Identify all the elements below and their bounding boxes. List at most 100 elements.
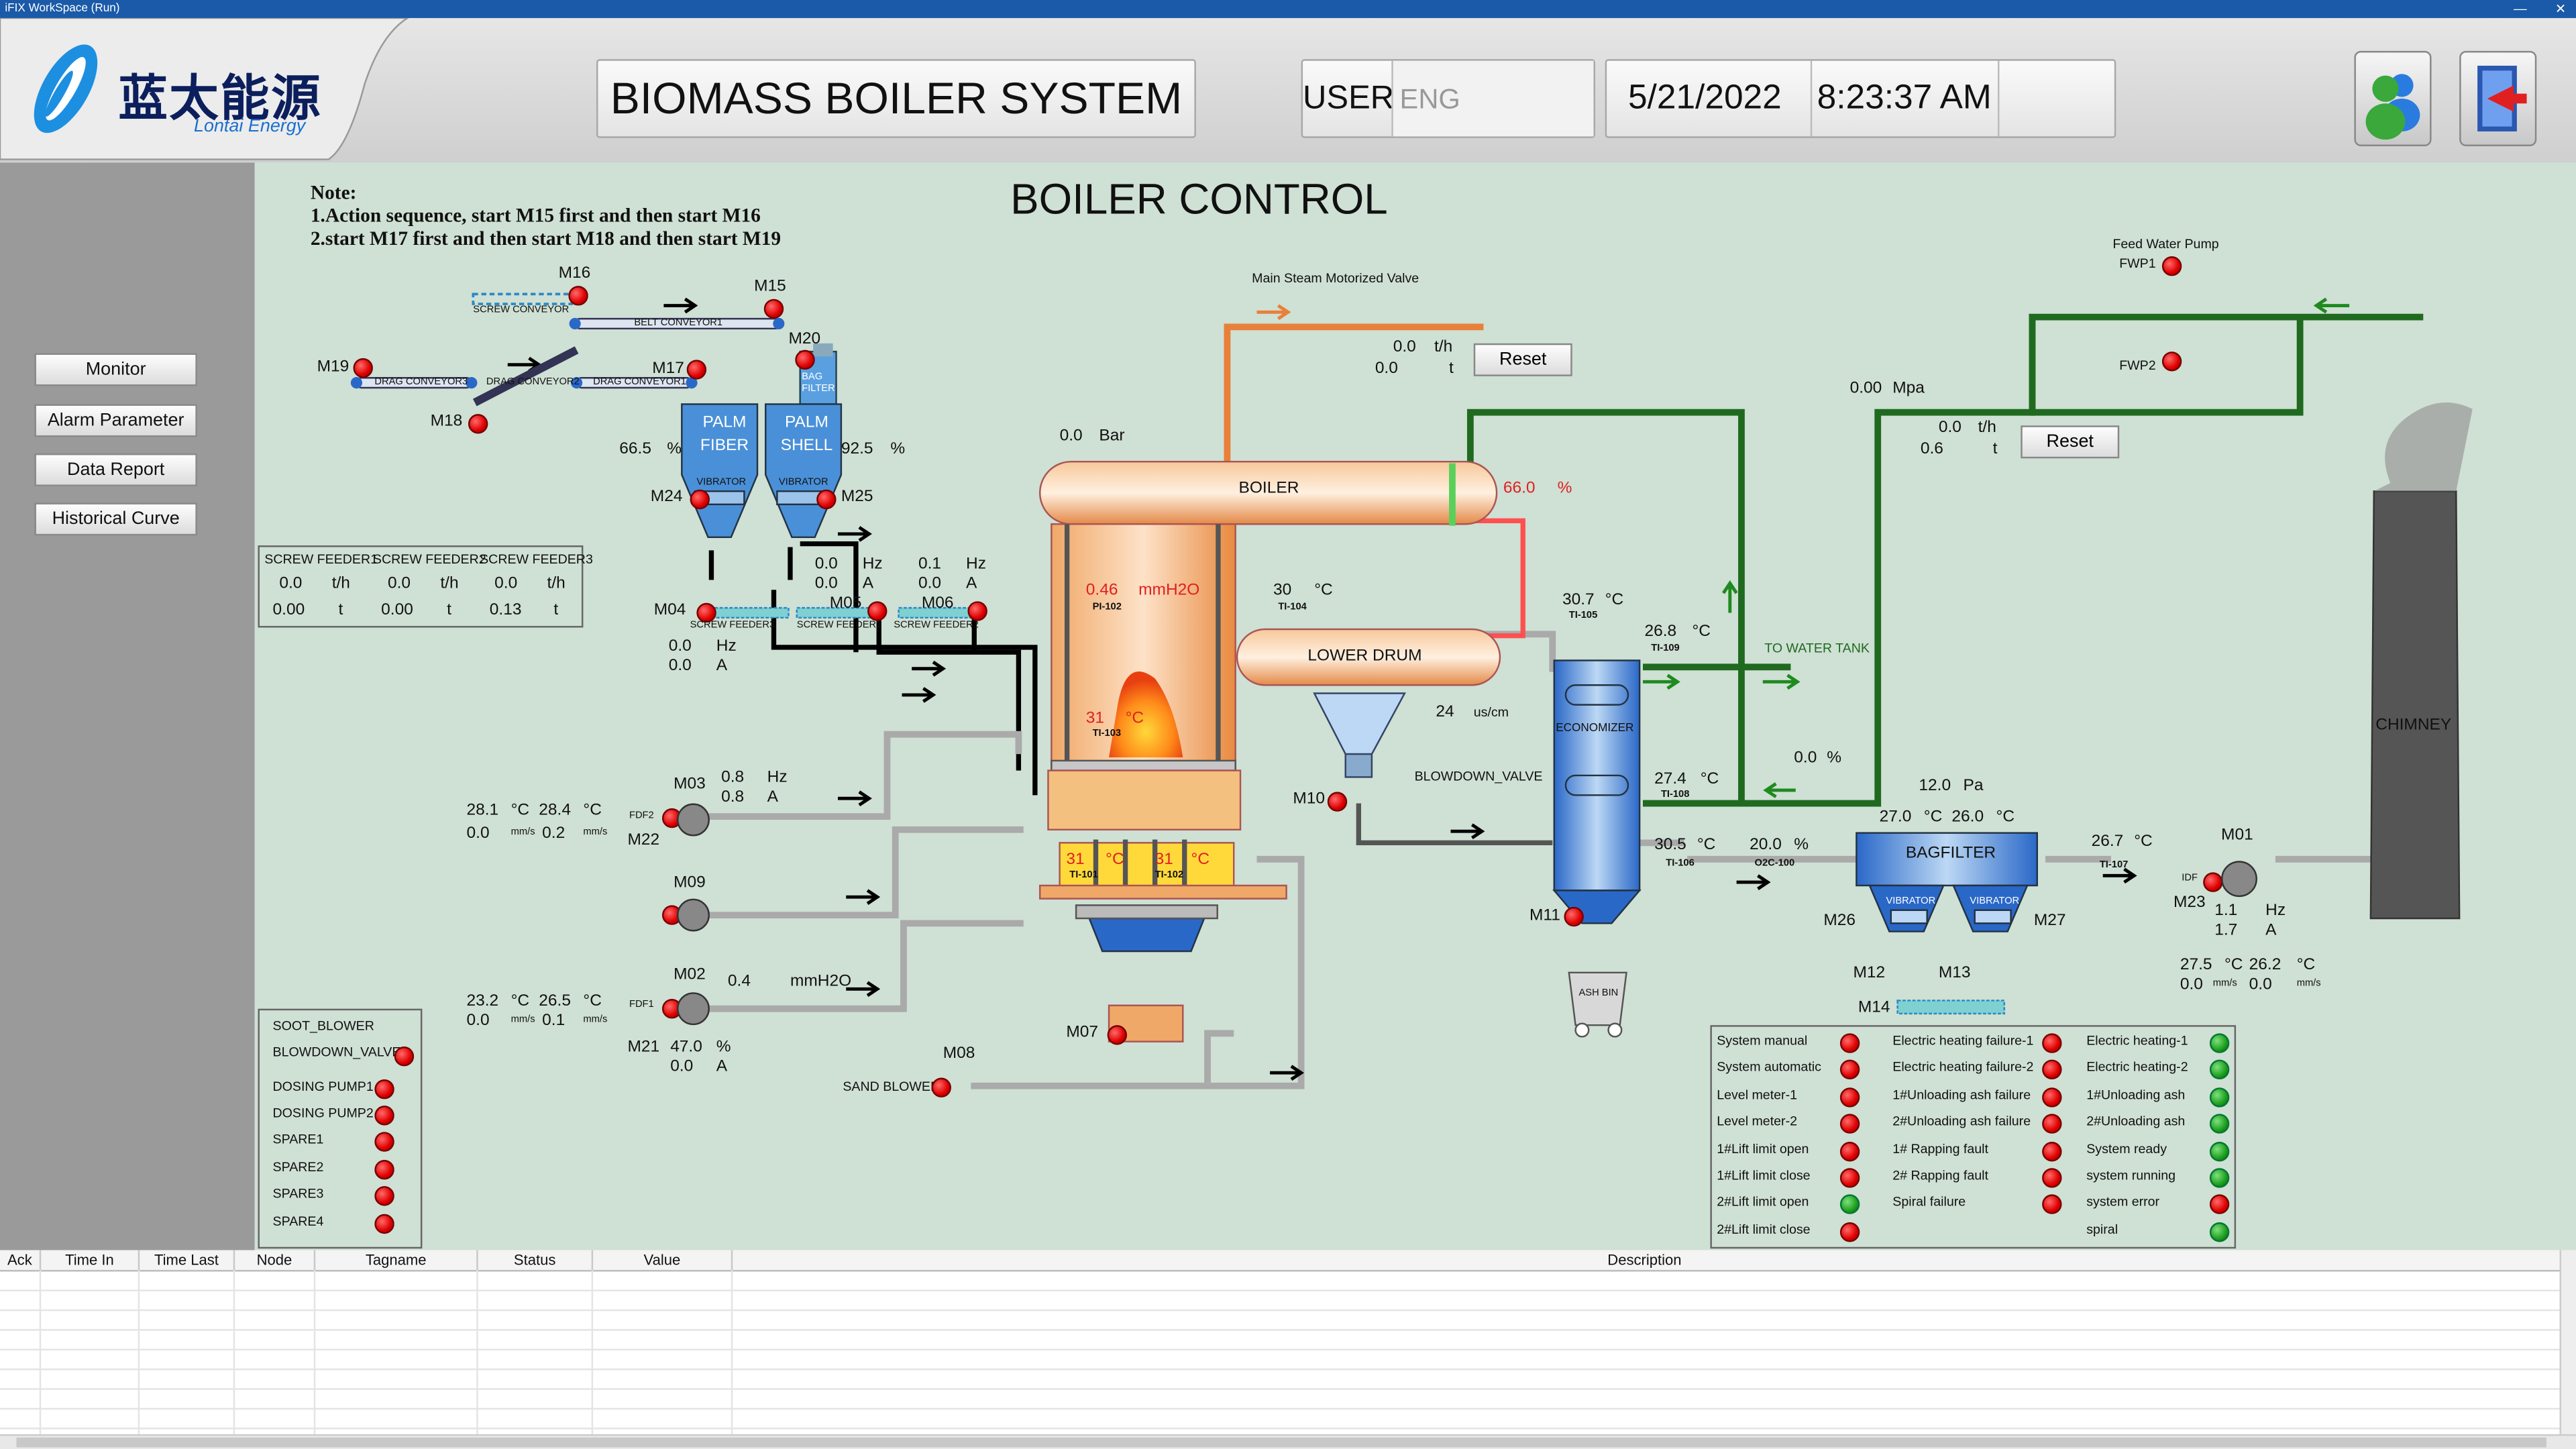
main-steam-valve-label: Main Steam Motorized Valve	[1252, 271, 1419, 286]
motor-m10-indicator[interactable]	[1327, 792, 1348, 812]
ti105-tag: TI-105	[1568, 611, 1598, 621]
page-title: BOILER CONTROL	[1010, 174, 1388, 224]
sf3-total-unit: t	[553, 601, 559, 620]
fdf1-fan-icon[interactable]	[676, 992, 710, 1026]
spare3-indicator	[374, 1186, 394, 1206]
sf1-total: 0.00	[272, 601, 305, 620]
minimize-icon[interactable]: —	[2514, 0, 2527, 18]
motor-m18-indicator[interactable]	[468, 414, 488, 434]
alarm-summary-table[interactable]: Ack Time In Time Last Node Tagname Statu…	[0, 1250, 2576, 1449]
idf-a-unit: A	[2265, 921, 2277, 940]
idf-hz-unit: Hz	[2265, 902, 2286, 920]
motor-m25-indicator[interactable]	[816, 489, 837, 510]
idf-indicator[interactable]	[2203, 872, 2223, 892]
idf-t2-unit: °C	[2296, 956, 2316, 975]
fwp2-indicator[interactable]	[2161, 352, 2182, 372]
status-lift1-close-indicator	[1839, 1168, 1860, 1188]
status-unload2-failure: 2#Unloading ash failure	[1892, 1114, 2031, 1129]
status-system-ready: System ready	[2086, 1142, 2167, 1157]
nav-data-report-button[interactable]: Data Report	[34, 453, 197, 486]
col-tagname[interactable]: Tagname	[315, 1250, 478, 1271]
fiber-level-unit: %	[667, 440, 682, 459]
ti101-unit: °C	[1106, 851, 1124, 869]
status-spiral-failure-indicator	[2042, 1194, 2062, 1214]
nav-alarm-parameter-button[interactable]: Alarm Parameter	[34, 404, 197, 437]
m09-fan-icon[interactable]	[676, 898, 710, 932]
header-bar: 蓝太能源 Lontai Energy BIOMASS BOILER SYSTEM…	[0, 17, 2576, 163]
col-status[interactable]: Status	[478, 1250, 594, 1271]
ti108-value: 27.4	[1654, 770, 1686, 789]
screw-feeder3-header: SCREW FEEDER3	[480, 551, 593, 567]
motor-m19-indicator[interactable]	[353, 358, 373, 378]
status-level-meter-1: Level meter-1	[1717, 1087, 1798, 1103]
horizontal-scrollbar[interactable]	[0, 1434, 2576, 1449]
horizontal-scroll-thumb[interactable]	[16, 1437, 2546, 1448]
close-icon[interactable]: ✕	[2555, 0, 2566, 18]
user-field[interactable]: ENG	[1391, 60, 1594, 137]
motor-m17-label: M17	[652, 360, 684, 378]
fdf2-fan-icon[interactable]	[676, 803, 710, 837]
sf3-total: 0.13	[489, 601, 522, 620]
fdf2-v1-unit: mm/s	[511, 828, 535, 838]
motor-m19-label: M19	[317, 358, 350, 376]
users-button[interactable]	[2354, 50, 2432, 146]
vibrator-fiber-label: VIBRATOR	[696, 478, 747, 488]
motor-m24-indicator[interactable]	[690, 489, 710, 510]
idf-fan-icon[interactable]	[2221, 861, 2257, 898]
steam-flow-value: 0.0	[1393, 338, 1416, 357]
motor-m11-indicator[interactable]	[1564, 906, 1584, 927]
drum-level-unit: %	[1557, 480, 1572, 498]
fdf1-t1: 23.2	[466, 992, 499, 1011]
ti104-unit: °C	[1314, 581, 1333, 600]
exit-button[interactable]	[2459, 50, 2537, 146]
motor-m16-indicator[interactable]	[568, 286, 588, 306]
col-ack[interactable]: Ack	[0, 1250, 42, 1271]
status-system-error: system error	[2086, 1194, 2160, 1210]
m21-a-unit: A	[716, 1058, 728, 1077]
motor-m04-indicator[interactable]	[696, 602, 716, 623]
datetime-divider	[1810, 60, 1813, 137]
col-description[interactable]: Description	[733, 1250, 2556, 1270]
idf-v2-unit: mm/s	[2296, 979, 2321, 989]
motor-m07-indicator[interactable]	[1107, 1025, 1128, 1045]
motor-m05-indicator[interactable]	[867, 601, 888, 621]
motor-m17-indicator[interactable]	[686, 360, 707, 380]
motor-m20-indicator[interactable]	[795, 350, 815, 370]
left-status-legend: SOOT_BLOWER BLOWDOWN_VALVE DOSING PUMP1 …	[258, 1008, 423, 1249]
status-system-error-indicator	[2209, 1194, 2230, 1214]
feedwater-reset-button[interactable]: Reset	[2021, 425, 2120, 459]
motor-m06-indicator[interactable]	[967, 601, 987, 621]
steam-reset-button[interactable]: Reset	[1473, 343, 1572, 376]
nav-historical-curve-button[interactable]: Historical Curve	[34, 502, 197, 536]
sf3-flow: 0.0	[494, 575, 518, 594]
motor-m15-label: M15	[754, 277, 786, 296]
status-level-meter-2: Level meter-2	[1717, 1114, 1798, 1129]
motor-m01-label: M01	[2221, 826, 2253, 845]
palm-shell-label: PALM SHELL	[780, 414, 833, 455]
motor-m27-label: M27	[2033, 912, 2066, 930]
dosing-pump1-label: DOSING PUMP1	[272, 1079, 374, 1095]
blowdown-valve-status-label: BLOWDOWN_VALVE	[272, 1044, 401, 1060]
status-eh-1: Electric heating-1	[2086, 1033, 2188, 1049]
m04-hz-unit: Hz	[716, 637, 737, 656]
motor-m15-indicator[interactable]	[763, 299, 784, 319]
col-value[interactable]: Value	[593, 1250, 733, 1271]
idf-t1-unit: °C	[2224, 956, 2243, 975]
drag-conveyor2-label: DRAG CONVEYOR2	[486, 378, 580, 388]
motor-m24-label: M24	[650, 488, 683, 506]
valve-pct-unit: %	[1827, 749, 1842, 767]
logo-icon	[34, 44, 98, 133]
ti107-unit: °C	[2134, 833, 2153, 851]
fdf2-t2: 28.4	[539, 802, 571, 820]
steam-flow-unit: t/h	[1434, 338, 1453, 357]
vertical-scrollbar[interactable]	[2559, 1250, 2576, 1434]
sand-blower-indicator[interactable]	[931, 1077, 951, 1097]
pi102-tag: PI-102	[1092, 602, 1122, 613]
col-node[interactable]: Node	[235, 1250, 316, 1271]
col-time-in[interactable]: Time In	[41, 1250, 140, 1271]
fwp1-indicator[interactable]	[2161, 256, 2182, 276]
bagfilter-pressure: 12.0	[1919, 777, 1951, 796]
o2-tag: O2C-100	[1754, 859, 1795, 869]
col-time-last[interactable]: Time Last	[140, 1250, 235, 1271]
nav-monitor-button[interactable]: Monitor	[34, 353, 197, 386]
